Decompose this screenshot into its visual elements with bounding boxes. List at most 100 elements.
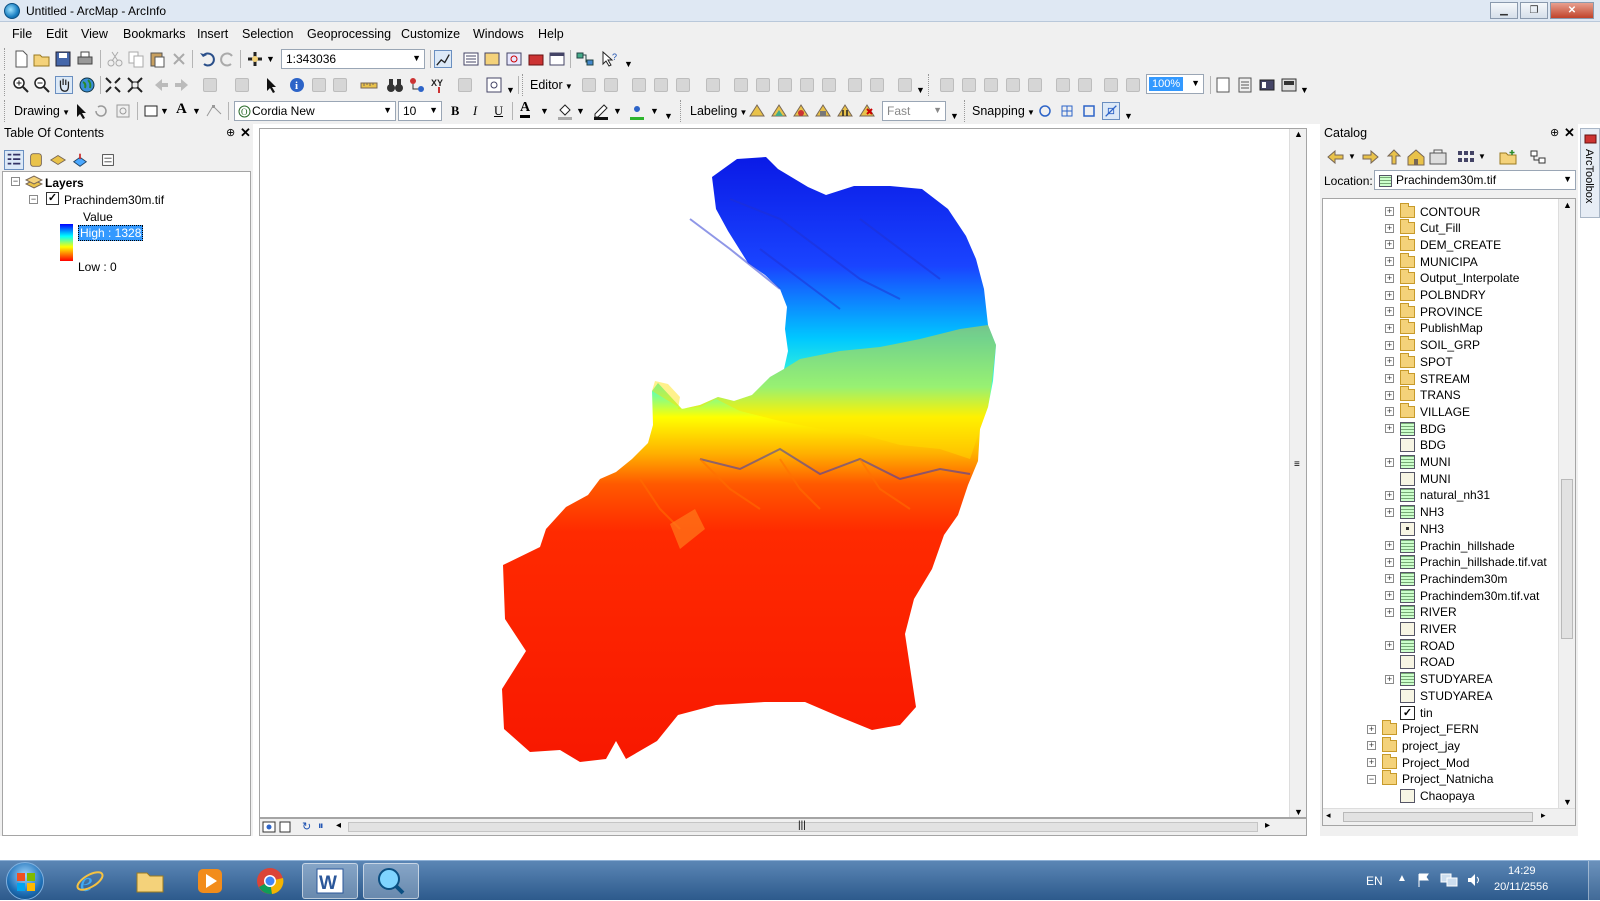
lock-labels-icon[interactable]	[814, 102, 832, 120]
add-data-icon[interactable]	[246, 50, 264, 68]
layout-zoom-whole-page-icon[interactable]	[1236, 76, 1254, 94]
italic-button[interactable]: I	[473, 104, 477, 119]
cut-icon[interactable]	[106, 50, 124, 68]
point-tool-icon[interactable]	[706, 78, 720, 92]
tree-expand-button[interactable]: +	[1385, 390, 1394, 400]
redo-icon[interactable]	[219, 50, 237, 68]
select-elements-arrow-icon[interactable]	[262, 76, 280, 94]
zoom-in-icon[interactable]	[12, 76, 30, 94]
catalog-tree-item[interactable]: + DEM_CREATE	[1385, 235, 1501, 253]
line-color-pen-icon[interactable]	[592, 102, 610, 120]
legend-high-label[interactable]: High : 1328	[78, 225, 144, 241]
table-of-contents-window-icon[interactable]	[462, 50, 480, 68]
scroll-right-arrow[interactable]: ▸	[1541, 810, 1546, 821]
clock-date[interactable]: 20/11/2556	[1494, 881, 1548, 893]
find-binoculars-icon[interactable]	[386, 76, 404, 94]
line-color-dropdown-arrow[interactable]: ▼	[613, 106, 622, 116]
paste-icon[interactable]	[148, 50, 166, 68]
select-features-icon[interactable]	[203, 78, 217, 92]
menu-help[interactable]: Help	[538, 27, 564, 41]
copy-icon[interactable]	[127, 50, 145, 68]
arcmap-app-icon[interactable]	[4, 3, 20, 19]
zoom-to-selected-elements-icon[interactable]	[114, 102, 132, 120]
scroll-down-arrow[interactable]: ▼	[1563, 797, 1572, 807]
adjust-transparency-icon[interactable]	[1056, 78, 1070, 92]
layer-visibility-checkbox[interactable]: ✓	[46, 192, 59, 205]
catalog-tree-item[interactable]: + Prachin_hillshade.tif.vat	[1385, 554, 1547, 571]
tree-expand-button[interactable]: +	[1385, 340, 1394, 350]
swipe-icon[interactable]	[962, 78, 976, 92]
tree-expand-button[interactable]: +	[1385, 307, 1394, 317]
toc-options-icon[interactable]	[98, 150, 118, 170]
catalog-tree-item[interactable]: + Prachindem30m	[1385, 570, 1507, 587]
restore-button[interactable]: ❐	[1520, 2, 1548, 19]
show-hidden-icons-arrow[interactable]: ▲	[1397, 873, 1407, 884]
snapping-toolbar-overflow-arrow[interactable]: ▼	[1124, 111, 1133, 121]
layout-view-page-icon[interactable]	[1214, 76, 1232, 94]
refresh-icon[interactable]: ↻	[302, 820, 311, 833]
map-vertical-scrollbar[interactable]: ▲ ≡ ▼	[1289, 129, 1306, 817]
label-weight-ranking-icon[interactable]	[792, 102, 810, 120]
label-quality-combobox[interactable]: Fast ▼	[882, 101, 946, 121]
font-color-dropdown-arrow[interactable]: ▼	[540, 106, 549, 116]
taskbar-arcmap[interactable]	[363, 863, 419, 899]
endpoint-arc-icon[interactable]	[654, 78, 668, 92]
tree-expand-button[interactable]: +	[1385, 257, 1394, 267]
arctoolbox-window-icon[interactable]	[527, 50, 545, 68]
taskbar-internet-explorer[interactable]: e	[62, 863, 118, 899]
pause-labeling-icon[interactable]	[836, 102, 854, 120]
up-one-level-icon[interactable]	[1384, 148, 1404, 166]
catalog-close-icon[interactable]: ✕	[1564, 125, 1575, 141]
list-by-source-icon[interactable]	[26, 150, 46, 170]
hyperlink-icon[interactable]	[312, 78, 326, 92]
scroll-down-arrow[interactable]: ▼	[1294, 807, 1303, 817]
layers-collapse-button[interactable]: −	[11, 177, 20, 186]
labeling-toolbar-overflow-arrow[interactable]: ▼	[950, 111, 959, 121]
underline-button[interactable]: U	[494, 104, 503, 119]
color-ramp-swatch[interactable]	[60, 224, 73, 261]
home-icon[interactable]	[1406, 148, 1426, 166]
menu-view[interactable]: View	[81, 27, 108, 41]
catalog-tree-item[interactable]: + PublishMap	[1385, 319, 1483, 337]
show-desktop-button[interactable]	[1588, 861, 1600, 901]
catalog-tree-item[interactable]: + PROVINCE	[1385, 302, 1483, 320]
list-by-visibility-icon[interactable]	[48, 150, 68, 170]
menu-customize[interactable]: Customize	[401, 27, 460, 41]
whats-this-help-icon[interactable]: ?	[600, 50, 618, 68]
html-popup-icon[interactable]	[333, 78, 347, 92]
scroll-thumb[interactable]	[1343, 812, 1533, 822]
menu-bookmarks[interactable]: Bookmarks	[123, 27, 186, 41]
catalog-vertical-scrollbar[interactable]: ▲ ▼	[1558, 199, 1575, 809]
text-tool-icon[interactable]: A	[176, 101, 187, 118]
network-icon[interactable]	[1440, 872, 1458, 888]
catalog-tree-item[interactable]: ✓ tin	[1385, 704, 1433, 721]
tree-expand-button[interactable]: +	[1385, 240, 1394, 250]
go-back-extent-icon[interactable]	[152, 76, 170, 94]
toc-close-icon[interactable]: ✕	[240, 125, 251, 141]
tree-expand-button[interactable]: +	[1385, 323, 1394, 333]
cut-polygons-icon[interactable]	[778, 78, 792, 92]
scroll-left-arrow[interactable]: ◂	[336, 820, 341, 831]
catalog-options-icon[interactable]	[1528, 148, 1548, 166]
font-combobox[interactable]: O Cordia New ▼	[234, 101, 396, 121]
views-grid-icon[interactable]	[1456, 148, 1476, 166]
tree-expand-button[interactable]: +	[1385, 290, 1394, 300]
catalog-tree-item[interactable]: + TRANS	[1385, 386, 1461, 404]
rotate-tool-icon[interactable]	[822, 78, 836, 92]
identify-icon[interactable]: i	[288, 76, 306, 94]
catalog-tree-item[interactable]: − Project_Natnicha	[1367, 770, 1493, 788]
sketch-properties-icon[interactable]	[870, 78, 884, 92]
scroll-grip-icon[interactable]: |||	[798, 820, 806, 831]
layout-toolbar-overflow-arrow[interactable]: ▼	[1300, 85, 1309, 95]
fixed-zoom-out-icon[interactable]	[126, 76, 144, 94]
scroll-grip-icon[interactable]: ≡	[1294, 459, 1300, 470]
pin-icon[interactable]: ⊕	[226, 126, 235, 139]
catalog-window-icon[interactable]	[483, 50, 501, 68]
catalog-tree-item[interactable]: RIVER	[1385, 621, 1457, 638]
marker-color-dropdown-arrow[interactable]: ▼	[650, 106, 659, 116]
connect-folder-icon[interactable]	[1428, 148, 1448, 166]
start-button[interactable]	[6, 862, 44, 900]
end-snapping-icon[interactable]	[1058, 102, 1076, 120]
add-data-dropdown-arrow[interactable]: ▼	[266, 54, 275, 64]
new-document-icon[interactable]	[12, 50, 30, 68]
